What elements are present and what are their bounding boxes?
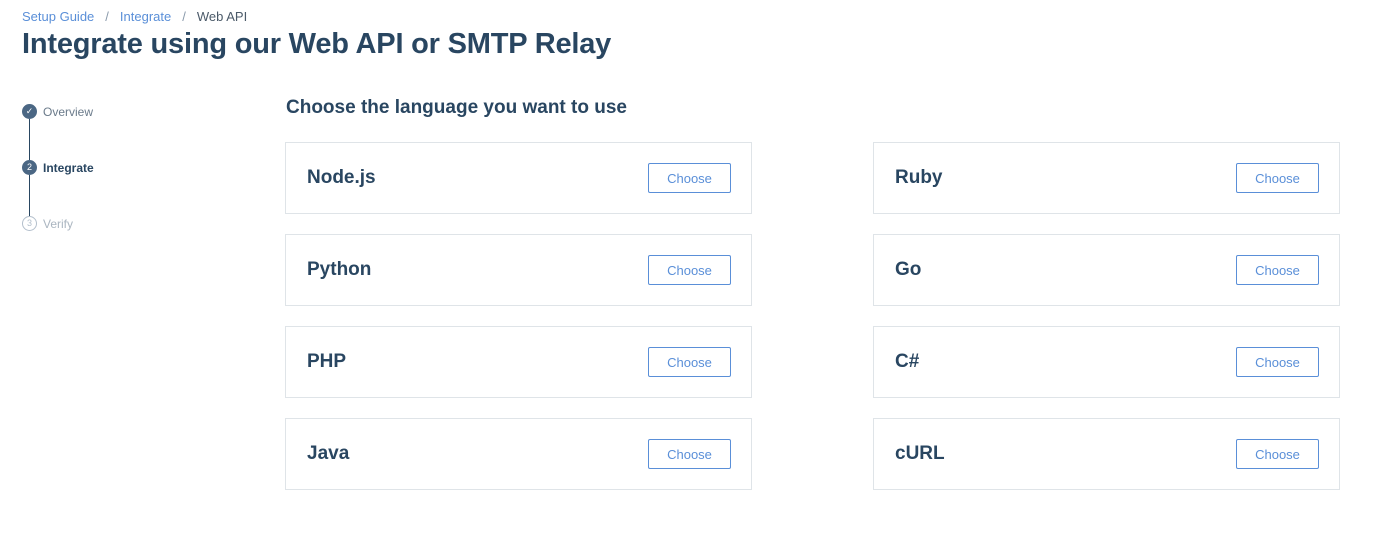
language-name: Ruby	[895, 167, 943, 188]
language-card-python: Python Choose	[285, 234, 752, 306]
choose-button-csharp[interactable]: Choose	[1236, 347, 1319, 377]
language-name: Node.js	[307, 167, 376, 188]
choose-button-go[interactable]: Choose	[1236, 255, 1319, 285]
section-heading: Choose the language you want to use	[286, 97, 627, 118]
breadcrumb-integrate[interactable]: Integrate	[120, 9, 171, 25]
page-title: Integrate using our Web API or SMTP Rela…	[22, 28, 612, 60]
breadcrumb: Setup Guide / Integrate / Web API	[22, 9, 247, 25]
step-label: Overview	[43, 104, 94, 119]
language-card-go: Go Choose	[873, 234, 1340, 306]
language-card-ruby: Ruby Choose	[873, 142, 1340, 214]
language-card-curl: cURL Choose	[873, 418, 1340, 490]
step-connector	[29, 175, 30, 216]
choose-button-python[interactable]: Choose	[648, 255, 731, 285]
language-name: PHP	[307, 351, 347, 372]
step-label: Verify	[43, 216, 74, 231]
language-name: C#	[895, 351, 920, 372]
check-icon: ✓	[22, 104, 37, 119]
language-card-java: Java Choose	[285, 418, 752, 490]
language-card-php: PHP Choose	[285, 326, 752, 398]
language-name: cURL	[895, 443, 945, 464]
step-connector	[29, 119, 30, 160]
language-name: Java	[307, 443, 350, 464]
step-integrate[interactable]: 2 Integrate	[22, 160, 94, 175]
breadcrumb-web-api: Web API	[196, 9, 248, 24]
choose-button-php[interactable]: Choose	[648, 347, 731, 377]
choose-button-ruby[interactable]: Choose	[1236, 163, 1319, 193]
step-overview[interactable]: ✓ Overview	[22, 104, 93, 119]
page: Setup Guide / Integrate / Web API Integr…	[0, 0, 1388, 551]
choose-button-nodejs[interactable]: Choose	[648, 163, 731, 193]
step-number: 3	[22, 216, 37, 231]
language-name: Go	[895, 259, 922, 280]
breadcrumb-separator: /	[182, 9, 186, 24]
language-card-nodejs: Node.js Choose	[285, 142, 752, 214]
breadcrumb-setup-guide[interactable]: Setup Guide	[22, 9, 94, 25]
step-label: Integrate	[43, 160, 94, 175]
step-number: 2	[22, 160, 37, 175]
breadcrumb-separator: /	[105, 9, 109, 24]
language-card-csharp: C# Choose	[873, 326, 1340, 398]
step-verify: 3 Verify	[22, 216, 73, 231]
language-name: Python	[307, 259, 372, 280]
choose-button-curl[interactable]: Choose	[1236, 439, 1319, 469]
choose-button-java[interactable]: Choose	[648, 439, 731, 469]
